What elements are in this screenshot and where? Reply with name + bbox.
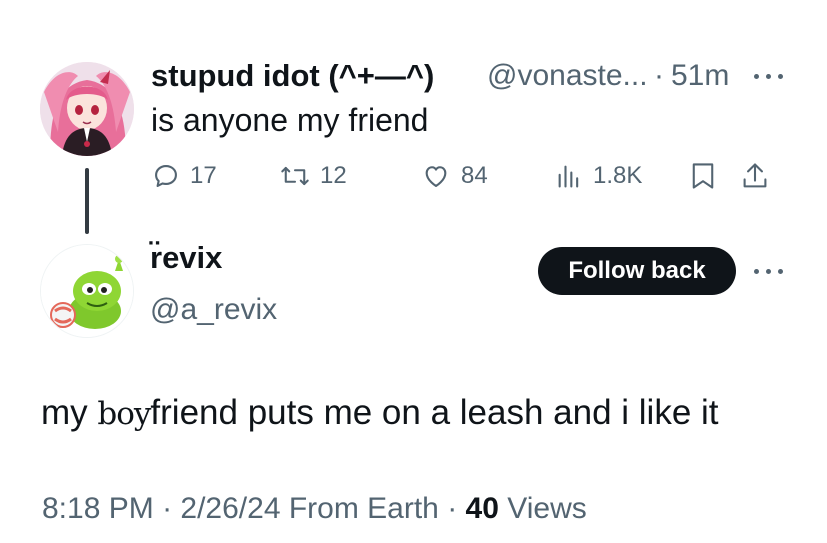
anime-girl-avatar-image xyxy=(40,62,134,156)
bar-chart-icon xyxy=(558,165,579,188)
reply-text-part-1: my xyxy=(41,393,98,432)
repost-button[interactable]: 12 xyxy=(280,160,347,192)
tweet-date[interactable]: 2/26/24 xyxy=(180,492,280,525)
green-monster-avatar-image xyxy=(41,245,133,337)
reply-tweet-text: my boyfriend puts me on a leash and i li… xyxy=(41,393,719,433)
parent-timestamp[interactable]: 51m xyxy=(671,59,729,93)
reply-text-part-3: friend puts me on a leash and i like it xyxy=(150,393,719,432)
meta-separator: · xyxy=(153,492,181,525)
tweet-meta: 8:18 PM · 2/26/24 From Earth · 40 Views xyxy=(42,492,587,526)
reply-handle[interactable]: @a_revix xyxy=(150,293,277,327)
reply-count: 17 xyxy=(190,162,217,189)
heart-icon xyxy=(425,166,447,187)
tweet-source: From Earth xyxy=(280,492,439,525)
parent-handle[interactable]: @vonaste... xyxy=(487,59,648,93)
views-button[interactable]: 1.8K xyxy=(555,160,642,192)
tweet-time[interactable]: 8:18 PM xyxy=(42,492,154,525)
avatar-vonaste[interactable] xyxy=(40,62,134,156)
parent-display-name[interactable]: stupud idot (^+—^) xyxy=(151,58,434,94)
speech-bubble-icon xyxy=(155,165,177,187)
meta-separator: · xyxy=(438,492,466,525)
avatar-a-revix[interactable] xyxy=(40,244,134,338)
views-total[interactable]: 40 xyxy=(466,492,499,525)
reply-display-name[interactable]: r̈evix xyxy=(150,240,222,276)
repost-arrows-icon xyxy=(281,166,309,186)
share-button[interactable] xyxy=(741,160,769,192)
parent-time-separator: · xyxy=(654,59,664,92)
views-count: 1.8K xyxy=(593,162,643,189)
like-count: 84 xyxy=(461,162,488,189)
reply-button[interactable]: 17 xyxy=(152,160,217,192)
thread-connector-line xyxy=(85,168,89,234)
share-upload-icon xyxy=(743,163,767,188)
repost-count: 12 xyxy=(320,162,347,189)
parent-tweet-text: is anyone my friend xyxy=(151,102,429,138)
more-dots-icon[interactable] xyxy=(754,71,784,81)
reply-text-part-2: boy xyxy=(97,396,151,432)
like-button[interactable]: 84 xyxy=(421,160,488,192)
bookmark-icon xyxy=(692,163,714,189)
views-label: Views xyxy=(498,492,587,525)
bookmark-button[interactable] xyxy=(690,160,716,192)
follow-back-button[interactable]: Follow back xyxy=(538,247,736,295)
more-dots-icon[interactable] xyxy=(754,266,784,276)
